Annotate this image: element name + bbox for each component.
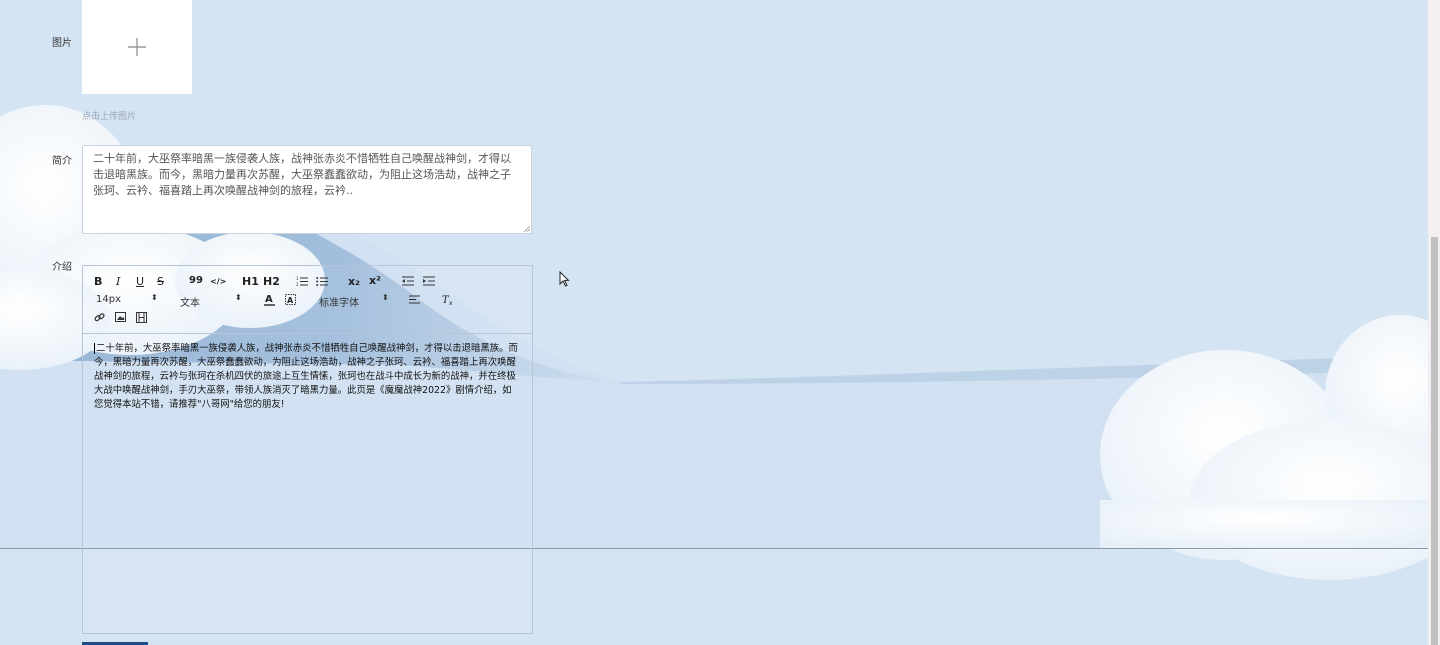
- ordered-list-icon[interactable]: 1 2: [296, 276, 308, 287]
- select-arrows-icon: ⬍: [382, 293, 389, 302]
- strikethrough-button[interactable]: S: [157, 275, 164, 289]
- outdent-icon[interactable]: [402, 276, 414, 286]
- image-icon[interactable]: [115, 312, 126, 322]
- select-arrows-icon: ⬍: [151, 293, 158, 302]
- rich-text-editor[interactable]: B I U S 99 </> H1 H2 1 2 x₂ x² 14px ⬍ 文本…: [82, 265, 533, 634]
- italic-button[interactable]: I: [116, 275, 120, 289]
- summary-text: 二十年前，大巫祭率暗黑一族侵袭人族，战神张赤炎不惜牺牲自己唤醒战神剑，才得以击退…: [93, 152, 511, 197]
- font-color-icon[interactable]: A: [264, 293, 275, 306]
- cloud-right: [1100, 315, 1440, 580]
- background-color-icon[interactable]: A: [285, 294, 296, 305]
- editor-toolbar: B I U S 99 </> H1 H2 1 2 x₂ x² 14px ⬍ 文本…: [83, 266, 532, 334]
- editor-content-text: 二十年前，大巫祭率暗黑一族侵袭人族，战神张赤炎不惜牺牲自己唤醒战神剑，才得以击退…: [94, 343, 518, 410]
- heading-type-value: 文本: [180, 298, 200, 309]
- font-family-value: 标准字体: [319, 298, 359, 309]
- summary-label: 简介: [52, 156, 72, 167]
- intro-label: 介绍: [52, 262, 72, 273]
- indent-icon[interactable]: [423, 276, 435, 286]
- heading-type-select[interactable]: 文本 ⬍: [180, 293, 242, 309]
- select-arrows-icon: ⬍: [235, 293, 242, 302]
- bullet-list-icon[interactable]: [316, 276, 328, 287]
- font-family-select[interactable]: 标准字体 ⬍: [319, 293, 391, 309]
- video-icon[interactable]: [136, 312, 147, 323]
- blockquote-button[interactable]: 99: [189, 274, 203, 288]
- upload-hint: 点击上传图片: [82, 112, 137, 122]
- bold-button[interactable]: B: [94, 275, 102, 289]
- summary-textarea[interactable]: 二十年前，大巫祭率暗黑一族侵袭人族，战神张赤炎不惜牺牲自己唤醒战神剑，才得以击退…: [82, 145, 532, 234]
- superscript-button[interactable]: x²: [369, 274, 381, 288]
- subscript-button[interactable]: x₂: [348, 275, 360, 289]
- svg-text:1: 1: [296, 276, 299, 281]
- mouse-pointer-icon: [559, 271, 570, 287]
- text-cursor: [94, 343, 95, 354]
- svg-text:x: x: [449, 300, 453, 305]
- resize-grip-icon[interactable]: [523, 225, 530, 232]
- editor-content[interactable]: 二十年前，大巫祭率暗黑一族侵袭人族，战神张赤炎不惜牺牲自己唤醒战神剑，才得以击退…: [94, 342, 518, 412]
- heading1-button[interactable]: H1: [242, 275, 259, 289]
- svg-text:A: A: [265, 294, 273, 305]
- heading2-button[interactable]: H2: [263, 275, 280, 289]
- align-icon[interactable]: [409, 295, 420, 304]
- font-size-select[interactable]: 14px ⬍: [96, 293, 158, 305]
- image-upload-box[interactable]: [82, 0, 192, 94]
- svg-text:A: A: [287, 296, 294, 305]
- clear-format-icon[interactable]: T x: [442, 293, 454, 305]
- underline-button[interactable]: U: [136, 275, 144, 289]
- code-block-button[interactable]: </>: [210, 275, 226, 289]
- font-size-value: 14px: [96, 294, 121, 305]
- scrollbar-thumb[interactable]: [1431, 237, 1438, 645]
- image-label: 图片: [52, 38, 72, 49]
- svg-text:2: 2: [296, 282, 299, 287]
- link-icon[interactable]: [94, 312, 105, 323]
- plus-icon: [128, 38, 146, 56]
